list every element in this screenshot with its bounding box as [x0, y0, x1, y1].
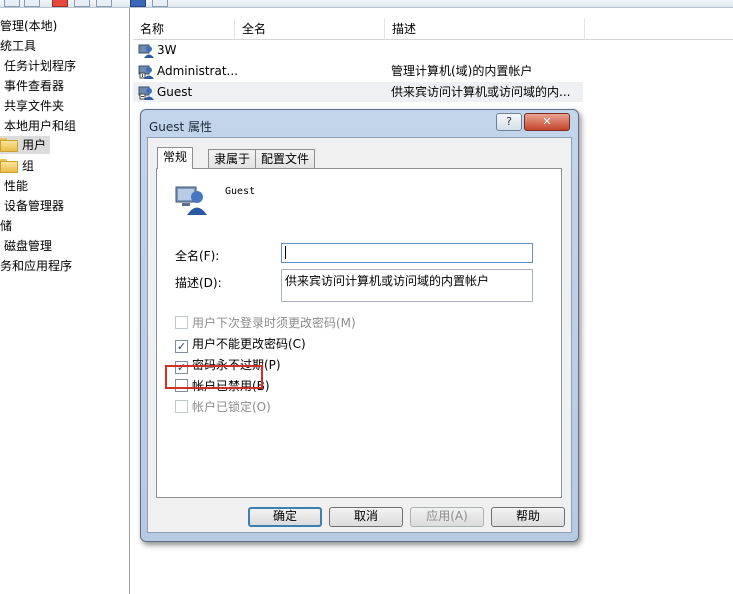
tree-item-label: 用户 [22, 138, 47, 152]
user-name-cell: 3W [157, 43, 177, 57]
tree-item-event-viewer[interactable]: 事件查看器 [4, 77, 64, 95]
tree-item-disk-management[interactable]: 磁盘管理 [4, 237, 52, 255]
tree-item-task-scheduler[interactable]: 任务计划程序 [4, 57, 76, 75]
user-icon [138, 65, 154, 79]
text-caret [285, 246, 286, 259]
tree-item-label: 事件查看器 [4, 79, 65, 93]
tree-item-system-tools[interactable]: 统工具 [0, 37, 36, 55]
toolbar-button-icon[interactable] [152, 0, 168, 7]
user-name-cell: Administrat... [157, 64, 237, 78]
folder-icon [0, 138, 18, 152]
list-item[interactable]: Administrat... 管理计算机(域)的内置帐户 [133, 61, 583, 81]
tree-item-local-users-groups[interactable]: 本地用户和组 [4, 117, 76, 135]
cannot-change-password-checkbox[interactable]: ✓ 用户不能更改密码(C) [175, 336, 306, 353]
folder-icon [0, 159, 18, 173]
tree-item-label: 组 [22, 159, 35, 173]
ok-button[interactable]: 确定 [248, 507, 322, 527]
tree-item-label: 共享文件夹 [4, 99, 65, 113]
toolbar-button-icon[interactable] [24, 0, 40, 7]
checkbox-label: 用户不能更改密码(C) [192, 337, 306, 351]
user-icon [175, 186, 207, 215]
user-name-cell: Guest [157, 85, 193, 99]
general-panel: Guest 全名(F): 描述(D): 供来宾访问计算机或访问域的内置帐户 用户… [156, 168, 562, 498]
tree-item-label: 本地用户和组 [4, 119, 77, 133]
must-change-password-checkbox[interactable]: 用户下次登录时须更改密码(M) [175, 315, 356, 331]
tree-item-label: 性能 [4, 179, 29, 193]
tree-item-label: 务和应用程序 [0, 259, 73, 273]
checkmark-icon[interactable]: ✓ [175, 340, 188, 353]
user-description-cell: 供来宾访问计算机或访问域的内... [391, 85, 571, 99]
tree-item-label: 管理(本地) [0, 19, 58, 33]
help-button[interactable]: 帮助 [491, 507, 565, 527]
user-icon [138, 44, 154, 58]
properties-dialog: Guest 属性 ? ✕ 常规 隶属于 配置文件 Guest 全名(F): 描述… [140, 109, 579, 542]
tree-item-label: 储 [0, 219, 13, 233]
toolbar-button-icon[interactable] [74, 0, 90, 7]
toolbar-button-icon[interactable] [130, 0, 146, 7]
description-field[interactable]: 供来宾访问计算机或访问域的内置帐户 [281, 269, 533, 302]
tree-item-groups[interactable]: 组 [0, 157, 34, 175]
divider [175, 221, 532, 222]
toolbar-button-icon[interactable] [96, 0, 112, 7]
checkbox-label: 用户下次登录时须更改密码(M) [192, 316, 356, 330]
checkbox-box[interactable] [175, 316, 188, 329]
tree-item-storage[interactable]: 储 [0, 217, 12, 235]
list-header: 名称 全名 描述 [133, 18, 733, 40]
highlight-box [165, 365, 263, 389]
delete-icon[interactable] [52, 0, 68, 7]
tree-item-label: 统工具 [0, 39, 37, 53]
close-icon[interactable]: ✕ [524, 113, 570, 131]
tree-item-device-manager[interactable]: 设备管理器 [4, 197, 64, 215]
tab-member-of[interactable]: 隶属于 [208, 149, 257, 169]
tree-item-users[interactable]: 用户 [0, 136, 50, 154]
help-icon[interactable]: ? [496, 113, 522, 131]
tree-item-label: 设备管理器 [4, 199, 65, 213]
list-item-selected[interactable]: Guest 供来宾访问计算机或访问域的内... [133, 82, 583, 102]
tree-item-label: 磁盘管理 [4, 239, 53, 253]
column-header-fullname[interactable]: 全名 [235, 18, 385, 40]
column-header-description[interactable]: 描述 [385, 18, 585, 40]
tab-profile[interactable]: 配置文件 [255, 149, 316, 169]
apply-button[interactable]: 应用(A) [410, 507, 484, 527]
tab-general[interactable]: 常规 [157, 147, 194, 169]
description-label: 描述(D): [175, 276, 222, 290]
column-header-name[interactable]: 名称 [133, 18, 235, 40]
account-locked-checkbox[interactable]: 帐户已锁定(O) [175, 399, 271, 415]
username-display: Guest [225, 186, 256, 197]
list-item[interactable]: 3W [133, 40, 583, 60]
cancel-button[interactable]: 取消 [329, 507, 403, 527]
tree-item-services-applications[interactable]: 务和应用程序 [0, 257, 72, 275]
checkbox-label: 帐户已锁定(O) [192, 400, 271, 414]
user-description-cell: 管理计算机(域)的内置帐户 [391, 64, 533, 78]
fullname-label: 全名(F): [175, 249, 220, 263]
dialog-title: Guest 属性 [149, 120, 213, 134]
fullname-field[interactable] [281, 243, 533, 263]
tree-item-shared-folders[interactable]: 共享文件夹 [4, 97, 64, 115]
dialog-body: 常规 隶属于 配置文件 Guest 全名(F): 描述(D): 供来宾访问计算机… [147, 137, 572, 533]
toolbar [0, 0, 733, 8]
checkbox-box[interactable] [175, 400, 188, 413]
toolbar-button-icon[interactable] [4, 0, 20, 7]
navigation-tree: 管理(本地) 统工具 任务计划程序 事件查看器 共享文件夹 本地用户和组 用户 … [0, 8, 130, 594]
tree-item-label: 任务计划程序 [4, 59, 77, 73]
description-value: 供来宾访问计算机或访问域的内置帐户 [285, 274, 490, 288]
tree-item-computer-management[interactable]: 管理(本地) [0, 17, 57, 35]
user-icon [138, 86, 154, 100]
tree-item-performance[interactable]: 性能 [4, 177, 28, 195]
